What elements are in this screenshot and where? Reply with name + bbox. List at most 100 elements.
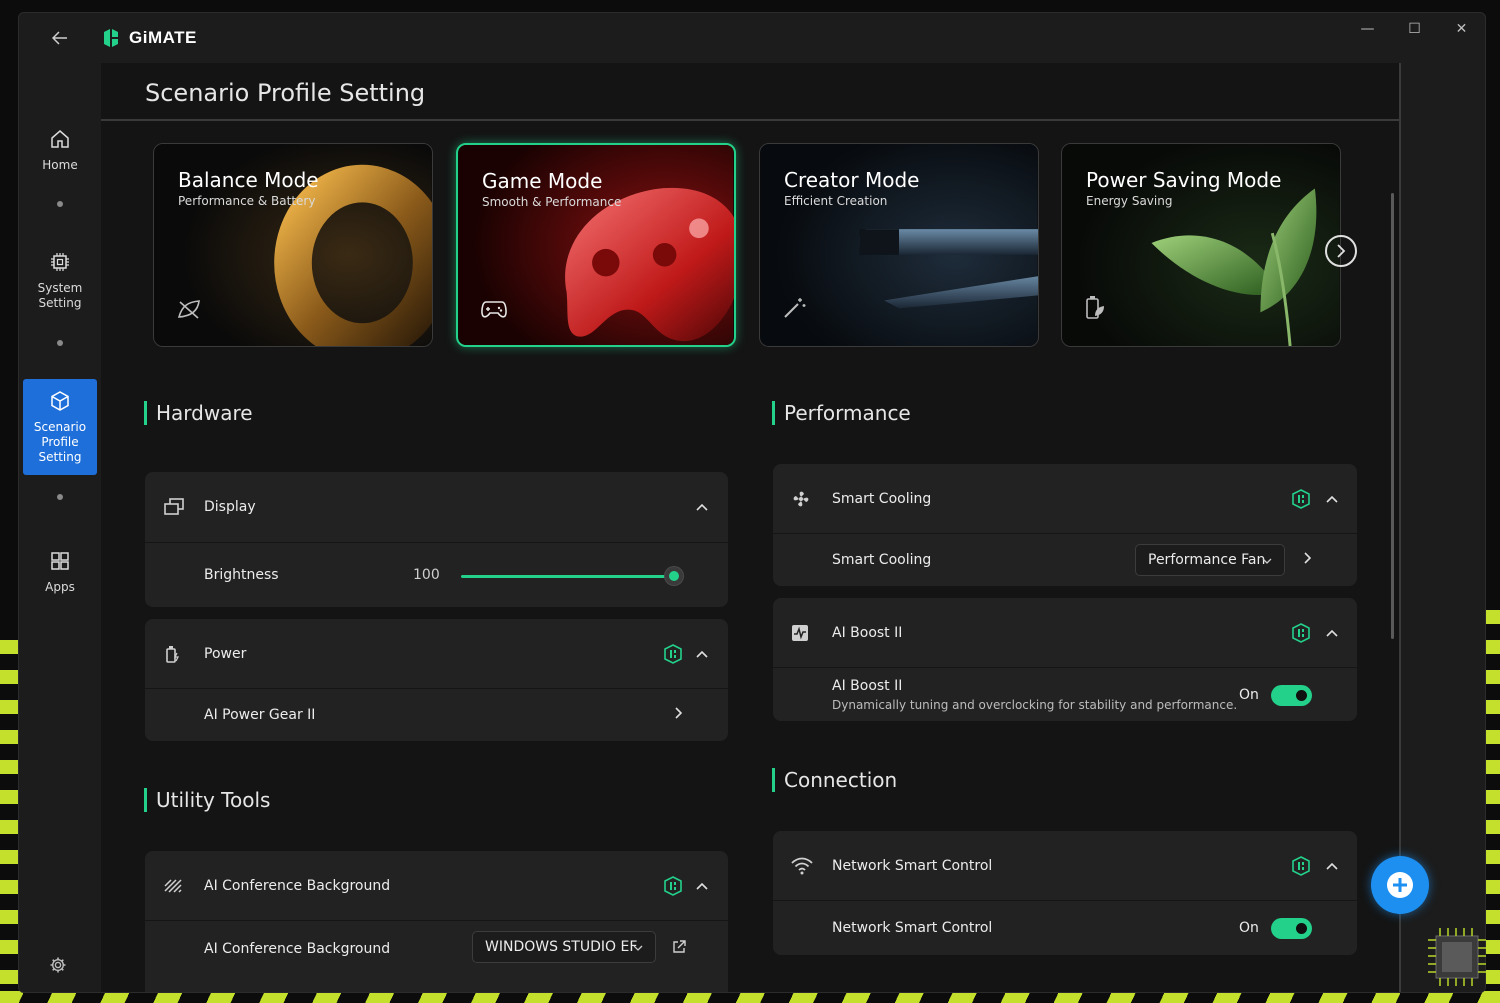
gear-icon: [50, 957, 66, 973]
ai-power-gear-row[interactable]: AI Power Gear II: [145, 689, 728, 741]
section-title-utility-tools: Utility Tools: [144, 788, 270, 812]
back-button[interactable]: [19, 13, 101, 63]
ai-power-gear-label: AI Power Gear II: [204, 707, 316, 723]
ai-boost-panel: AI Boost II AI Boost II Dynamically tuni…: [773, 598, 1357, 721]
fan-icon: [791, 489, 811, 509]
smart-cooling-label: Smart Cooling: [832, 490, 932, 507]
network-setting-row: Network Smart Control On: [773, 901, 1357, 955]
mode-icon-wrapper: [1084, 294, 1106, 324]
ai-boost-header[interactable]: AI Boost II: [773, 598, 1357, 668]
maximize-button[interactable]: ☐: [1391, 13, 1438, 45]
section-title-hardware: Hardware: [144, 401, 253, 425]
gimate-shield-icon: [664, 644, 682, 664]
mode-card-game[interactable]: Game Mode Smooth & Performance: [456, 143, 736, 347]
sidebar-item-scenario-profile-setting[interactable]: Scenario Profile Setting: [23, 379, 97, 475]
balance-icon: [177, 300, 200, 319]
power-header[interactable]: Power: [145, 619, 728, 689]
maximize-icon: ☐: [1408, 21, 1421, 37]
floating-add-button[interactable]: [1371, 856, 1429, 914]
conference-header[interactable]: AI Conference Background: [145, 851, 728, 921]
ai-boost-setting-row: AI Boost II Dynamically tuning and overc…: [773, 668, 1357, 721]
close-icon: ✕: [1455, 21, 1468, 37]
minimize-button[interactable]: —: [1344, 13, 1391, 45]
mode-card-balance[interactable]: Balance Mode Performance & Battery: [153, 143, 433, 347]
network-sub-label: Network Smart Control: [832, 920, 993, 936]
sidebar-item-apps[interactable]: Apps: [23, 541, 97, 603]
section-title-text: Performance: [784, 401, 911, 425]
mode-subtitle: Efficient Creation: [784, 194, 888, 208]
settings-button[interactable]: [49, 956, 67, 978]
smart-cooling-header[interactable]: Smart Cooling: [773, 464, 1357, 534]
display-icon: [163, 497, 185, 517]
apps-grid-icon: [51, 552, 69, 570]
mode-card-creator[interactable]: Creator Mode Efficient Creation: [759, 143, 1039, 347]
section-title-text: Hardware: [156, 401, 253, 425]
section-title-connection: Connection: [772, 768, 897, 792]
open-external-icon[interactable]: [672, 940, 686, 958]
chevron-up-icon[interactable]: [1326, 491, 1338, 507]
conference-sub-label: AI Conference Background: [204, 941, 391, 957]
chevron-down-icon: [1262, 554, 1272, 567]
brightness-slider-handle[interactable]: [665, 567, 683, 585]
network-state-text: On: [1239, 920, 1259, 936]
chevron-up-icon[interactable]: [696, 499, 708, 515]
sidebar: Home System Setting Scenario Profile Set…: [19, 63, 101, 992]
section-title-text: Connection: [784, 768, 898, 792]
chevron-up-icon[interactable]: [1326, 858, 1338, 874]
app-brand: GiMATE: [101, 28, 197, 48]
window-controls: — ☐ ✕: [1344, 13, 1485, 45]
chevron-up-icon[interactable]: [696, 878, 708, 894]
close-button[interactable]: ✕: [1438, 13, 1485, 45]
network-header[interactable]: Network Smart Control: [773, 831, 1357, 901]
battery-leaf-icon: [1086, 296, 1104, 319]
brightness-row: Brightness 100: [145, 543, 728, 607]
mode-title: Power Saving Mode: [1086, 168, 1282, 192]
mode-icon-wrapper: [176, 298, 202, 324]
mode-subtitle: Smooth & Performance: [482, 195, 622, 209]
display-label: Display: [204, 499, 256, 515]
cube-icon: [51, 390, 69, 411]
gimate-shield-icon: [1292, 623, 1310, 643]
conference-effect-dropdown[interactable]: WINDOWS STUDIO EF: [472, 931, 656, 963]
chevron-up-icon[interactable]: [696, 646, 708, 662]
mode-subtitle: Performance & Battery: [178, 194, 316, 208]
nav-separator-dot: [57, 201, 63, 207]
minimize-icon: —: [1360, 21, 1375, 37]
section-title-text: Utility Tools: [156, 788, 271, 812]
pulse-chip-icon: [791, 624, 809, 642]
gamepad-icon: [481, 301, 507, 318]
nav-separator-dot: [57, 340, 63, 346]
ai-boost-description: Dynamically tuning and overclocking for …: [832, 698, 1238, 712]
conference-label: AI Conference Background: [204, 877, 391, 894]
mode-card-power-saving[interactable]: Power Saving Mode Energy Saving: [1061, 143, 1341, 347]
chevron-right-icon[interactable]: [674, 707, 683, 723]
title-bar: GiMATE — ☐ ✕: [19, 13, 1485, 63]
power-label: Power: [204, 645, 247, 662]
dropdown-value: WINDOWS STUDIO EF: [485, 939, 638, 955]
brightness-label: Brightness: [204, 567, 279, 583]
fan-mode-dropdown[interactable]: Performance Fan: [1135, 544, 1285, 576]
wifi-icon: [791, 857, 813, 875]
ai-boost-toggle[interactable]: [1271, 685, 1312, 706]
sidebar-item-label: Scenario Profile Setting: [33, 419, 87, 464]
magic-wand-icon: [784, 298, 806, 318]
ai-boost-label: AI Boost II: [832, 624, 903, 641]
chip-decoration-icon: [1428, 928, 1486, 986]
mode-title: Creator Mode: [784, 168, 920, 192]
display-header[interactable]: Display: [145, 472, 728, 543]
brightness-slider-track[interactable]: [461, 575, 675, 578]
network-toggle[interactable]: [1271, 918, 1312, 939]
chevron-right-icon: [1337, 244, 1346, 258]
display-panel: Display Brightness 100: [145, 472, 728, 607]
chevron-up-icon[interactable]: [1326, 625, 1338, 641]
divider: [1399, 63, 1401, 992]
next-mode-button[interactable]: [1325, 235, 1357, 267]
sidebar-item-system-setting[interactable]: System Setting: [23, 245, 97, 317]
sidebar-item-home[interactable]: Home: [23, 119, 97, 181]
mode-title: Game Mode: [482, 169, 603, 193]
conference-panel: AI Conference Background AI Conference B…: [145, 851, 728, 992]
gimate-logo-icon: [104, 29, 118, 47]
vertical-scrollbar[interactable]: [1391, 193, 1394, 639]
mode-subtitle: Energy Saving: [1086, 194, 1173, 208]
chevron-right-icon[interactable]: [1303, 552, 1312, 568]
